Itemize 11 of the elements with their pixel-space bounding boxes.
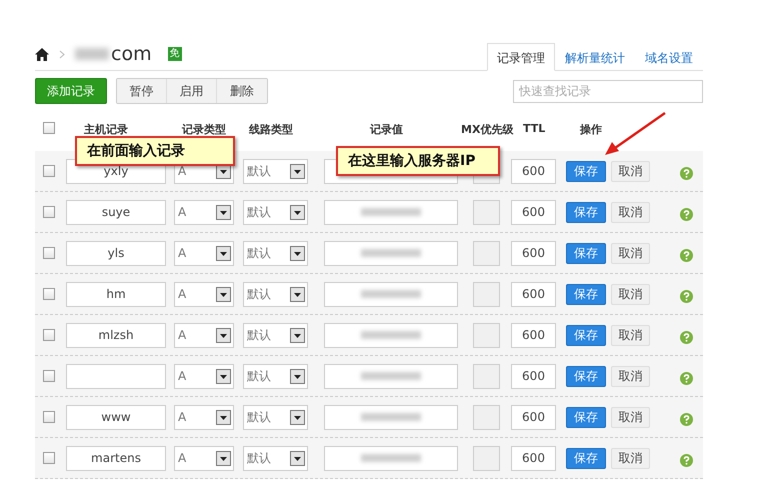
column-header: MX优先级 [461, 122, 514, 137]
column-header: 主机记录 [84, 122, 128, 137]
callout-tooltip: 在前面输入记录 [75, 136, 235, 166]
column-header: 线路类型 [249, 122, 293, 137]
domain-text: com [111, 44, 152, 64]
column-header: 记录类型 [182, 122, 226, 137]
free-badge: 免 [168, 47, 182, 61]
callout-tooltip: 在这里输入服务器IP [336, 146, 500, 176]
column-header: 记录值 [370, 122, 403, 137]
column-header: TTL [523, 122, 546, 135]
column-header: 操作 [580, 122, 602, 137]
